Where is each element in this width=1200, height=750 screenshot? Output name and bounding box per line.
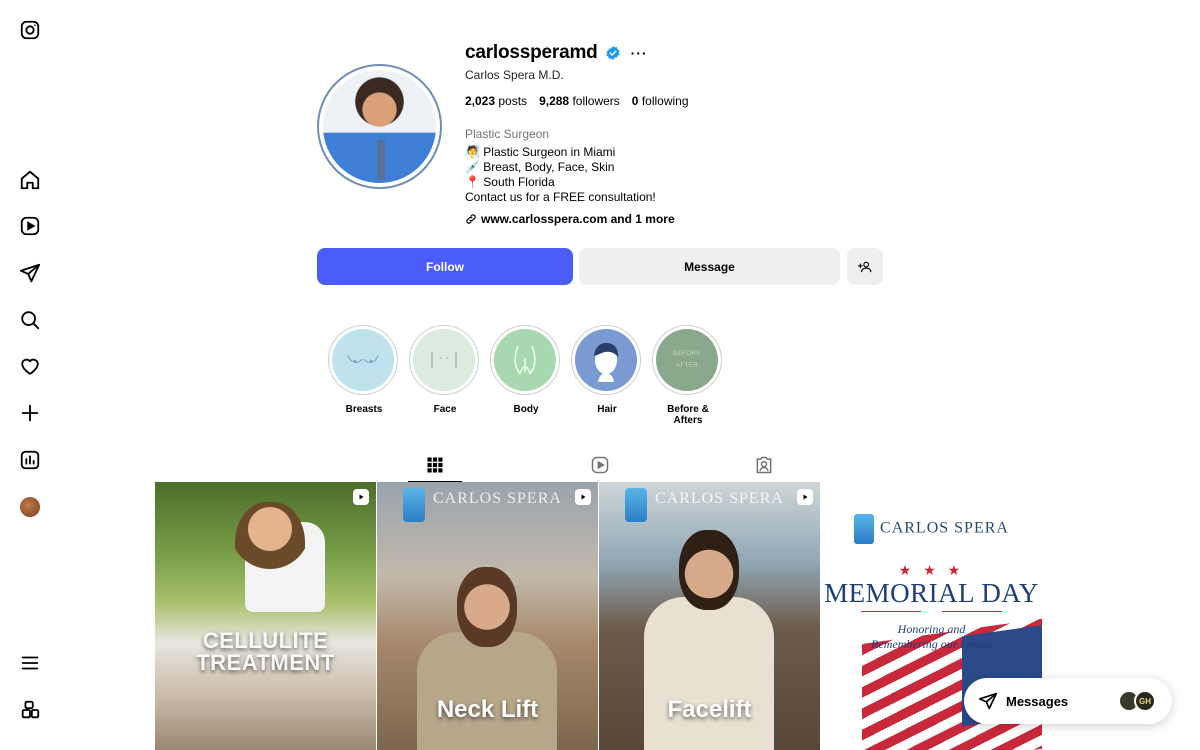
profile-avatar[interactable] xyxy=(18,495,42,519)
messages-pill-icon xyxy=(978,692,998,710)
bio-line: 🧖 Plastic Surgeon in Miami xyxy=(465,145,616,159)
instagram-logo-icon[interactable] xyxy=(18,18,42,42)
divider xyxy=(942,611,1002,612)
highlight-body[interactable]: Body xyxy=(490,325,562,415)
post-tile[interactable]: CARLOS SPERA Neck Lift xyxy=(377,482,598,750)
highlight-label: Hair xyxy=(597,404,617,415)
message-avatars: GH xyxy=(1118,690,1158,712)
dashboard-icon[interactable] xyxy=(18,448,42,472)
brand-logo-icon xyxy=(854,514,875,544)
reels-icon[interactable] xyxy=(18,214,42,238)
profile-info: carlossperamd ··· Carlos Spera M.D. 2,02… xyxy=(465,40,895,226)
highlight-label: Breasts xyxy=(345,404,383,415)
messages-icon[interactable] xyxy=(18,261,42,285)
tagged-icon xyxy=(756,456,772,474)
followers-stat[interactable]: 9,288 followers xyxy=(539,94,620,108)
highlight-hair[interactable]: Hair xyxy=(571,325,643,415)
bio-line: Contact us for a FREE consultation! xyxy=(465,190,656,204)
add-person-icon xyxy=(858,261,872,272)
highlight-breasts[interactable]: Breasts xyxy=(328,325,400,415)
post-tile[interactable]: CARLOS SPERA Facelift xyxy=(599,482,820,750)
bio-line: 📍 South Florida xyxy=(465,175,555,189)
message-button[interactable]: Message xyxy=(579,248,840,285)
create-icon[interactable] xyxy=(18,401,42,425)
post-tile[interactable]: CELLULITE TREATMENT xyxy=(155,482,376,750)
post-subtitle: Honoring and Remembering our heroes xyxy=(871,622,992,651)
home-icon[interactable] xyxy=(18,168,42,192)
reels-tab-icon xyxy=(591,456,609,474)
highlight-label: Before & Afters xyxy=(667,404,709,426)
more-menu-icon[interactable] xyxy=(18,651,42,675)
posts-stat: 2,023 posts xyxy=(465,94,528,108)
link-icon xyxy=(466,214,476,224)
reel-icon xyxy=(353,489,369,505)
highlight-before-afters[interactable]: BEFORE AFTER Before & Afters xyxy=(652,325,724,426)
post-title: MEMORIAL DAY xyxy=(824,578,1039,608)
highlight-before-afters-cover: BEFORE AFTER xyxy=(656,329,718,391)
post-brand: CARLOS SPERA xyxy=(433,490,562,507)
profile-tabs xyxy=(155,448,1044,482)
profile-link[interactable]: www.carlosspera.com and 1 more xyxy=(465,212,895,226)
messages-button[interactable]: Messages GH xyxy=(964,678,1172,724)
username: carlossperamd xyxy=(465,42,598,63)
post-brand: CARLOS SPERA xyxy=(655,490,784,507)
full-name: Carlos Spera M.D. xyxy=(465,68,564,82)
link-text: www.carlosspera.com and 1 more xyxy=(481,212,675,226)
suggested-accounts-button[interactable] xyxy=(847,248,883,285)
also-from-meta-icon[interactable] xyxy=(18,698,42,722)
tab-posts[interactable] xyxy=(408,448,462,482)
posts-grid: CELLULITE TREATMENT CARLOS SPERA Neck Li… xyxy=(155,482,1044,750)
divider xyxy=(861,611,921,612)
notifications-icon[interactable] xyxy=(18,354,42,378)
post-caption: CELLULITE TREATMENT xyxy=(196,628,335,675)
grid-icon xyxy=(427,457,443,472)
search-icon[interactable] xyxy=(18,308,42,332)
stars-decoration: ★ ★ ★ xyxy=(898,562,965,578)
options-icon[interactable]: ··· xyxy=(631,46,648,60)
profile-stats: 2,023 posts 9,288 followers 0 following xyxy=(465,94,895,108)
reel-icon xyxy=(575,489,591,505)
post-brand: CARLOS SPERA xyxy=(821,514,1042,544)
tab-reels[interactable] xyxy=(573,448,627,482)
tab-tagged[interactable] xyxy=(737,448,791,482)
profile-picture[interactable] xyxy=(317,64,442,189)
brand-logo-icon xyxy=(403,488,425,522)
left-sidebar xyxy=(0,0,60,750)
highlight-body-cover xyxy=(494,329,556,391)
post-caption: Facelift xyxy=(667,696,752,723)
highlight-face[interactable]: Face xyxy=(409,325,481,415)
bio-line: 💉 Breast, Body, Face, Skin xyxy=(465,160,615,174)
profile-category: Plastic Surgeon xyxy=(465,127,550,141)
profile-bio: 🧖 Plastic Surgeon in Miami 💉 Breast, Bod… xyxy=(465,145,895,205)
verified-badge-icon xyxy=(606,46,620,60)
highlight-face-cover xyxy=(413,329,475,391)
messages-label: Messages xyxy=(1006,693,1069,709)
following-stat[interactable]: 0 following xyxy=(632,94,689,108)
highlight-breasts-cover xyxy=(332,329,394,391)
post-caption: Neck Lift xyxy=(436,696,539,723)
highlight-hair-cover xyxy=(575,329,637,391)
avatar: GH xyxy=(1134,690,1156,712)
highlight-label: Body xyxy=(513,404,539,415)
reel-icon xyxy=(797,489,813,505)
follow-button[interactable]: Follow xyxy=(317,248,573,285)
brand-logo-icon xyxy=(625,488,647,522)
highlight-label: Face xyxy=(433,404,457,415)
